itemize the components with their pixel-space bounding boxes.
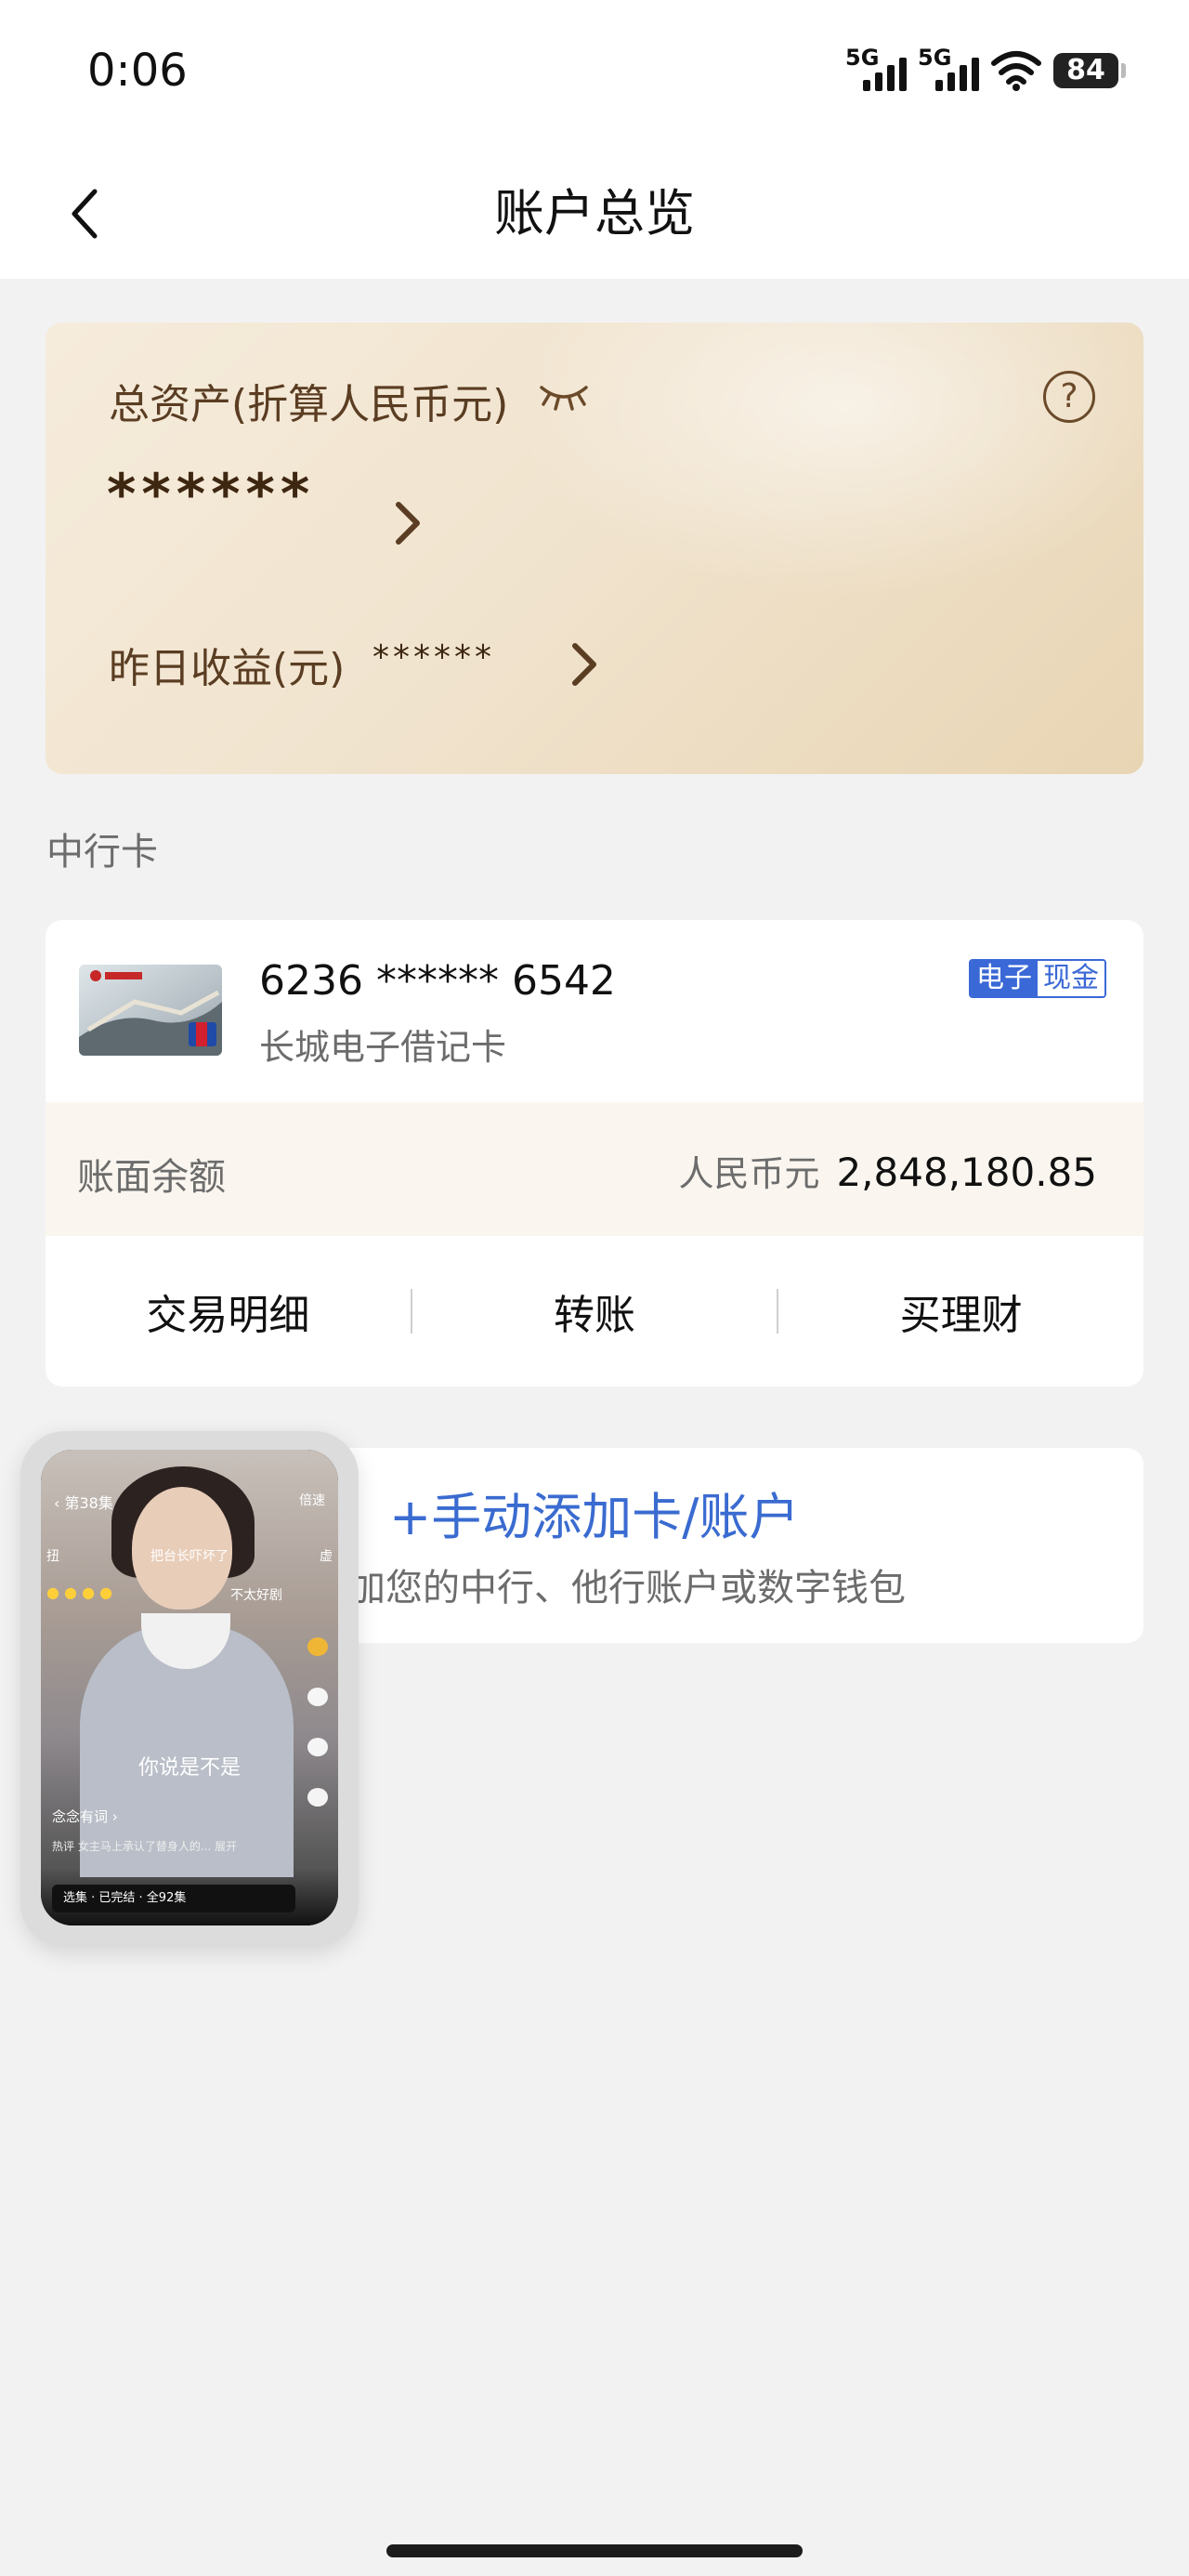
card-actions: 交易明细 转账 买理财 bbox=[46, 1236, 1143, 1387]
signal-icon: 5G bbox=[845, 46, 907, 95]
help-icon[interactable]: ? bbox=[1043, 371, 1095, 423]
pip-emoji-row: ● ● ● ● bbox=[46, 1584, 113, 1601]
status-icons: 5G 5G 84 bbox=[845, 43, 1126, 99]
transaction-details-button[interactable]: 交易明细 bbox=[46, 1281, 411, 1341]
balance-row: 账面余额 人民币元 2,848,180.85 bbox=[46, 1102, 1143, 1236]
badge-electronic: 电子 bbox=[971, 961, 1038, 996]
bank-card[interactable]: 6236 ****** 6542 长城电子借记卡 电子 现金 账面余额 人民币元… bbox=[46, 920, 1143, 1387]
comment-icon bbox=[307, 1688, 328, 1706]
yesterday-earnings-label: 昨日收益(元) bbox=[109, 645, 346, 692]
total-assets-label: 总资产(折算人民币元) bbox=[109, 381, 509, 428]
share-icon bbox=[307, 1788, 328, 1807]
total-assets-card: 总资产(折算人民币元) ? ****** 昨日收益(元) ****** bbox=[46, 322, 1143, 774]
add-account-subtitle: 加您的中行、他行账户或数字钱包 bbox=[348, 1567, 906, 1610]
transfer-button[interactable]: 转账 bbox=[412, 1281, 777, 1341]
balance-value-group: 人民币元 2,848,180.85 bbox=[678, 1145, 1097, 1196]
card-number: 6236 ****** 6542 bbox=[259, 957, 616, 1005]
page-title: 账户总览 bbox=[494, 184, 695, 243]
nav-bar: 账户总览 bbox=[0, 149, 1189, 279]
battery-level: 84 bbox=[1053, 53, 1118, 88]
pip-episode: ‹ 第38集 bbox=[54, 1494, 113, 1512]
yesterday-earnings-value: ****** bbox=[372, 638, 495, 677]
buy-wealth-product-button[interactable]: 买理财 bbox=[778, 1281, 1143, 1341]
pip-comment: 热评 女主马上承认了替身人的... 展开 bbox=[52, 1840, 238, 1853]
wifi-icon bbox=[991, 51, 1041, 91]
pip-tag: 不太好剧 bbox=[230, 1588, 282, 1603]
balance-label: 账面余额 bbox=[77, 1156, 226, 1199]
balance-amount: 2,848,180.85 bbox=[836, 1150, 1097, 1195]
pip-author: 念念有词 › bbox=[52, 1808, 118, 1825]
pip-danmaku-row: 扭 把台长吓坏了 虚 bbox=[46, 1549, 333, 1564]
status-time: 0:06 bbox=[87, 45, 188, 97]
signal-icon: 5G bbox=[918, 46, 979, 95]
chevron-right-icon[interactable] bbox=[568, 638, 601, 690]
eye-closed-icon[interactable] bbox=[536, 378, 592, 412]
pip-side-actions bbox=[305, 1637, 331, 1807]
total-assets-value: ****** bbox=[107, 462, 316, 527]
pip-video-window[interactable]: ‹ 第38集 倍速 扭 把台长吓坏了 虚 ● ● ● ● 不太好剧 你说是不是 … bbox=[20, 1431, 359, 1948]
pip-episode-bar[interactable]: 选集 · 已完结 · 全92集 bbox=[52, 1885, 295, 1912]
e-cash-badge: 电子 现金 bbox=[969, 959, 1106, 998]
pip-video-frame[interactable]: ‹ 第38集 倍速 扭 把台长吓坏了 虚 ● ● ● ● 不太好剧 你说是不是 … bbox=[41, 1450, 338, 1925]
home-indicator[interactable] bbox=[386, 2544, 803, 2557]
section-title: 中行卡 bbox=[46, 831, 158, 874]
card-decoration bbox=[512, 322, 1143, 601]
balance-currency: 人民币元 bbox=[678, 1153, 820, 1194]
status-bar: 0:06 5G 5G 84 bbox=[0, 0, 1189, 149]
star-icon bbox=[307, 1637, 328, 1656]
badge-cash: 现金 bbox=[1038, 961, 1104, 996]
card-type-name: 长城电子借记卡 bbox=[259, 1027, 507, 1068]
pip-speed: 倍速 bbox=[299, 1493, 325, 1508]
pip-subtitle: 你说是不是 bbox=[137, 1756, 241, 1780]
chevron-right-icon[interactable] bbox=[391, 497, 425, 549]
add-account-button[interactable]: +手动添加卡/账户 bbox=[389, 1476, 799, 1549]
battery-icon: 84 bbox=[1053, 53, 1126, 88]
card-image bbox=[79, 965, 222, 1056]
